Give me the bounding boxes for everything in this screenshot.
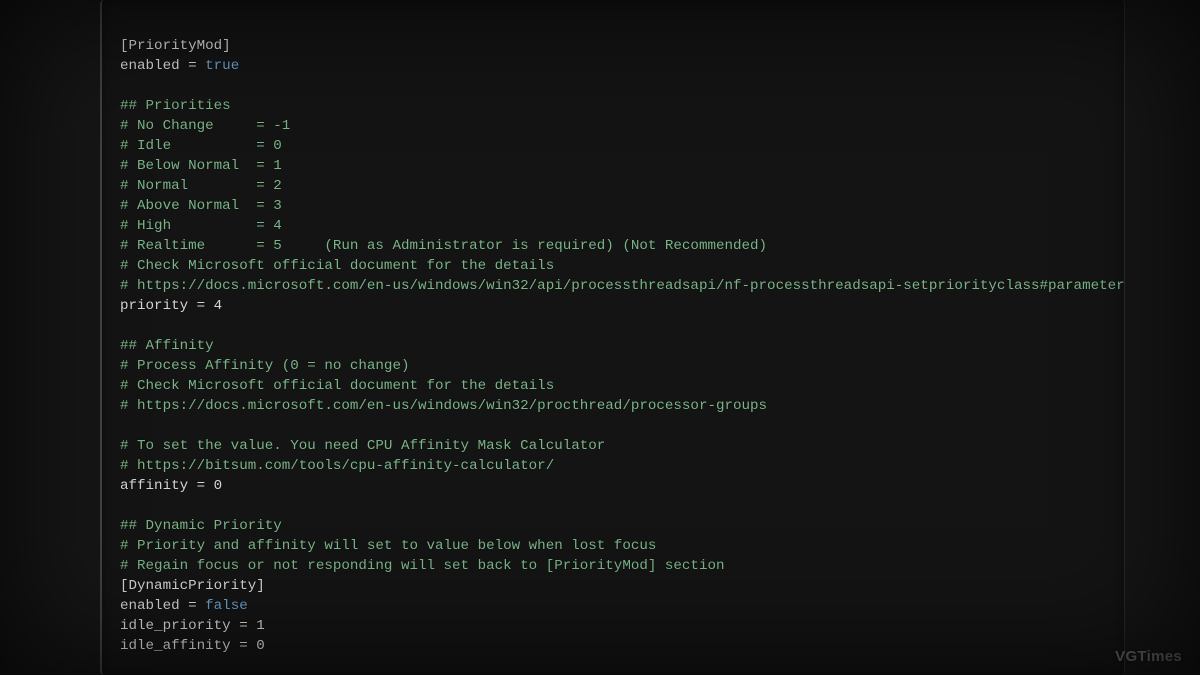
ini-comment: # Idle = 0 [120,138,282,154]
ini-comment: # Normal = 2 [120,178,282,194]
ini-key: affinity [120,478,188,494]
ini-comment: # https://bitsum.com/tools/cpu-affinity-… [120,458,554,474]
code-line[interactable]: # High = 4 [120,216,1106,236]
code-line[interactable]: [DynamicPriority] [120,576,1106,596]
ini-number-value: 4 [214,298,223,314]
code-line[interactable]: [PriorityMod] [120,36,1106,56]
code-editor-panel[interactable]: [PriorityMod] enabled = true ## Priorities… [100,0,1125,675]
ini-boolean-value: false [205,598,248,614]
code-line[interactable]: idle_affinity = 0 [120,636,1106,656]
code-line[interactable]: # No Change = -1 [120,116,1106,136]
ini-number-value: 0 [256,638,265,654]
ini-equals: = [180,58,206,74]
code-line[interactable]: priority = 4 [120,296,1106,316]
code-line[interactable]: # https://docs.microsoft.com/en-us/windo… [120,396,1106,416]
ini-comment: # Process Affinity (0 = no change) [120,358,409,374]
code-line[interactable]: # https://docs.microsoft.com/en-us/windo… [120,276,1106,296]
code-line[interactable]: # Normal = 2 [120,176,1106,196]
ini-equals: = [188,478,214,494]
code-line[interactable]: affinity = 0 [120,476,1106,496]
ini-number-value: 1 [256,618,265,634]
watermark-label: VGTimes [1115,647,1182,667]
ini-comment: ## Priorities [120,98,231,114]
ini-key: idle_affinity [120,638,231,654]
ini-key: enabled [120,598,180,614]
ini-key: idle_priority [120,618,231,634]
ini-comment: # To set the value. You need CPU Affinit… [120,438,605,454]
ini-comment: # High = 4 [120,218,282,234]
ini-comment: # No Change = -1 [120,118,290,134]
code-line[interactable]: # Check Microsoft official document for … [120,376,1106,396]
code-blank-line [120,496,1106,516]
code-line[interactable]: idle_priority = 1 [120,616,1106,636]
code-line[interactable]: ## Priorities [120,96,1106,116]
ini-equals: = [231,618,257,634]
code-blank-line [120,416,1106,436]
ini-comment: ## Affinity [120,338,214,354]
ini-comment: # Priority and affinity will set to valu… [120,538,656,554]
ini-comment: # https://docs.microsoft.com/en-us/windo… [120,398,767,414]
ini-equals: = [231,638,257,654]
ini-comment: # Regain focus or not responding will se… [120,558,725,574]
ini-equals: = [188,298,214,314]
code-blank-line [120,316,1106,336]
code-line[interactable]: # To set the value. You need CPU Affinit… [120,436,1106,456]
ini-comment: ## Dynamic Priority [120,518,282,534]
code-line[interactable]: # Idle = 0 [120,136,1106,156]
code-line[interactable]: # Process Affinity (0 = no change) [120,356,1106,376]
ini-comment: # Check Microsoft official document for … [120,258,554,274]
ini-equals: = [180,598,206,614]
ini-section: [PriorityMod] [120,38,231,54]
ini-boolean-value: true [205,58,239,74]
code-line[interactable]: # Regain focus or not responding will se… [120,556,1106,576]
code-content[interactable]: [PriorityMod] enabled = true ## Priorities… [120,36,1106,656]
code-line[interactable]: # Check Microsoft official document for … [120,256,1106,276]
code-line[interactable]: enabled = false [120,596,1106,616]
code-line[interactable]: # https://bitsum.com/tools/cpu-affinity-… [120,456,1106,476]
code-line[interactable]: # Above Normal = 3 [120,196,1106,216]
code-line[interactable]: # Priority and affinity will set to valu… [120,536,1106,556]
ini-comment: # Below Normal = 1 [120,158,282,174]
ini-key: priority [120,298,188,314]
code-line[interactable]: # Below Normal = 1 [120,156,1106,176]
ini-comment: # Check Microsoft official document for … [120,378,554,394]
code-line[interactable]: ## Dynamic Priority [120,516,1106,536]
ini-key: enabled [120,58,180,74]
code-line[interactable]: enabled = true [120,56,1106,76]
ini-comment: # Above Normal = 3 [120,198,282,214]
code-line[interactable]: ## Affinity [120,336,1106,356]
code-line[interactable]: # Realtime = 5 (Run as Administrator is … [120,236,1106,256]
ini-section: [DynamicPriority] [120,578,265,594]
ini-comment: # Realtime = 5 (Run as Administrator is … [120,238,767,254]
ini-comment: # https://docs.microsoft.com/en-us/windo… [120,278,1125,294]
ini-number-value: 0 [214,478,223,494]
code-blank-line [120,76,1106,96]
